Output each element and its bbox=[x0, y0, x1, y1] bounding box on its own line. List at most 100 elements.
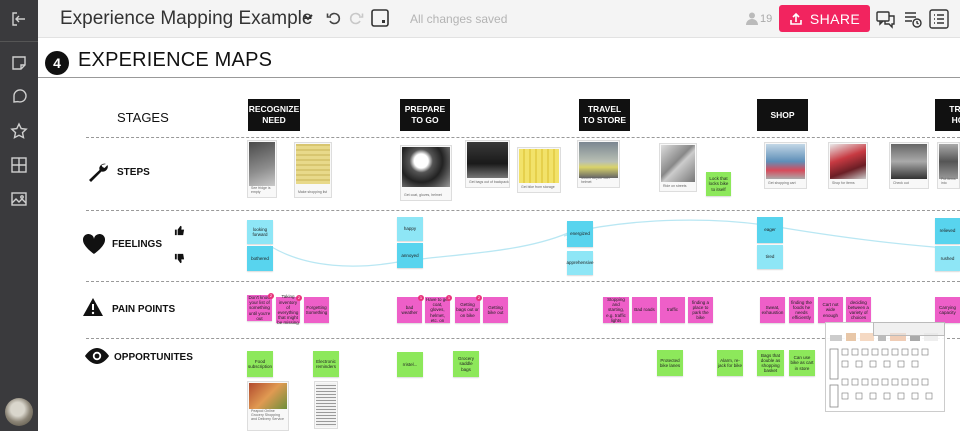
frame-icon[interactable] bbox=[370, 8, 390, 28]
row-label-steps[interactable]: STEPS bbox=[117, 167, 150, 178]
save-status: All changes saved bbox=[410, 12, 508, 26]
step-photo[interactable]: See fridge is empty bbox=[247, 140, 277, 198]
undo-icon[interactable] bbox=[326, 10, 342, 26]
thumbs-down-icon bbox=[174, 253, 185, 264]
stage-header[interactable]: TRA HO bbox=[935, 99, 960, 131]
step-photo[interactable]: Get coat, gloves, helmet bbox=[400, 145, 452, 201]
stage-header[interactable]: RECOGNIZE NEED bbox=[248, 99, 300, 131]
pain-point-sticky-note[interactable]: Carrying capacity bbox=[935, 297, 960, 323]
pain-point-sticky-note[interactable]: Bad roads bbox=[632, 297, 657, 323]
sticky-note-icon[interactable] bbox=[0, 46, 38, 80]
row-label-pain-points[interactable]: PAIN POINTS bbox=[112, 304, 175, 315]
pain-point-sticky-note[interactable]: traffic bbox=[660, 297, 685, 323]
photo-caption: Get coat, gloves, helmet bbox=[404, 193, 442, 198]
pain-point-sticky-note[interactable]: Getting bags out or on bike 2 bbox=[455, 294, 482, 323]
step-photo[interactable]: Check out bbox=[889, 142, 929, 189]
chat-icon[interactable] bbox=[875, 8, 897, 30]
feeling-sticky-note[interactable]: eager bbox=[757, 217, 783, 243]
reference-image-caption: Peapod Online Grocery Shopping and Deliv… bbox=[251, 409, 284, 422]
share-button[interactable]: SHARE bbox=[779, 5, 870, 32]
pain-point-sticky-note[interactable]: Forgetting Something bbox=[304, 297, 329, 323]
stage-header[interactable]: SHOP bbox=[757, 99, 808, 131]
opportunity-sticky-note[interactable]: rristel... bbox=[397, 352, 423, 377]
comment-shape-icon[interactable] bbox=[0, 80, 38, 114]
thumbs-up-icon bbox=[174, 225, 185, 236]
user-avatar[interactable] bbox=[5, 398, 33, 426]
sticky-text: Getting bags out or on bike bbox=[456, 302, 479, 318]
image-icon[interactable] bbox=[0, 182, 38, 216]
feeling-sticky-note[interactable]: rushed bbox=[935, 246, 960, 271]
step-photo[interactable]: Get bags out of backpack bbox=[465, 140, 510, 188]
sticky-text: Don't know your list of something until … bbox=[248, 295, 271, 321]
feeling-sticky-note[interactable]: looking forward bbox=[247, 220, 273, 244]
vote-badge: 2 bbox=[476, 294, 482, 301]
feelings-curve bbox=[269, 219, 960, 267]
stage-header[interactable]: TRAVEL TO STORE bbox=[579, 99, 630, 131]
step-photo[interactable]: Shop for items bbox=[828, 142, 868, 189]
pain-point-sticky-note[interactable]: Taking inventory of everything that migh… bbox=[276, 294, 302, 325]
feeling-sticky-note[interactable]: apprehensive bbox=[566, 251, 594, 275]
feeling-sticky-note[interactable]: tired bbox=[757, 245, 783, 269]
chevron-down-icon[interactable] bbox=[302, 11, 314, 23]
warning-icon bbox=[83, 298, 103, 316]
collaborators-icon[interactable] bbox=[745, 11, 759, 25]
step-photo[interactable]: Mount bicycle with helmet bbox=[577, 140, 620, 188]
board-canvas[interactable]: 4 EXPERIENCE MAPS STAGES STEPS FEELINGS … bbox=[38, 39, 960, 431]
share-button-label: SHARE bbox=[809, 10, 861, 27]
step-photo[interactable]: Make shopping list bbox=[294, 142, 332, 198]
vote-badge: 1 bbox=[446, 294, 452, 301]
feeling-sticky-note[interactable]: energized bbox=[567, 221, 593, 247]
pain-point-sticky-note[interactable]: finding a place to park the bike bbox=[688, 297, 713, 323]
stage-header[interactable]: PREPARE TO GO bbox=[400, 99, 450, 131]
row-label-feelings[interactable]: FEELINGS bbox=[112, 239, 162, 250]
step-photo[interactable]: Get bike from storage bbox=[517, 147, 561, 193]
feeling-sticky-note[interactable]: bothered bbox=[247, 246, 273, 271]
photo-caption: Make shopping list bbox=[298, 190, 327, 195]
pain-point-sticky-note[interactable]: Have to get coat, gloves, helmet, etc. o… bbox=[425, 294, 452, 323]
pain-point-sticky-note[interactable]: finding the foods he needs efficiently bbox=[789, 297, 814, 323]
minimap-thumbnail bbox=[829, 333, 938, 408]
step-photo[interactable]: Ride on streets bbox=[659, 143, 697, 192]
opportunity-sticky-note[interactable]: Can use bike as cart in store bbox=[789, 350, 815, 376]
pain-point-sticky-note[interactable]: Cart not wide enough bbox=[818, 297, 843, 323]
photo-caption: Put items into bbox=[941, 177, 956, 186]
pain-point-sticky-note[interactable]: Don't know your list of something until … bbox=[247, 293, 274, 321]
activity-icon[interactable] bbox=[902, 8, 924, 30]
sticky-text: bad weather bbox=[401, 304, 418, 315]
step-photo[interactable]: Get shopping cart bbox=[764, 142, 807, 189]
grid-icon[interactable] bbox=[0, 148, 38, 182]
opportunity-sticky-note[interactable]: Electronic reminders bbox=[313, 351, 339, 377]
opportunity-sticky-note[interactable]: Alarm, re-jack for bike bbox=[717, 350, 743, 376]
reference-image[interactable]: Peapod Online Grocery Shopping and Deliv… bbox=[247, 381, 289, 431]
pain-point-sticky-note[interactable]: bad weather 1 bbox=[397, 295, 424, 323]
collaborator-count: 19 bbox=[760, 13, 773, 25]
feeling-sticky-note[interactable]: annoyed bbox=[397, 243, 423, 268]
wrench-icon bbox=[89, 163, 108, 182]
section-title[interactable]: EXPERIENCE MAPS bbox=[78, 49, 272, 72]
heart-icon bbox=[82, 233, 106, 254]
redo-icon[interactable] bbox=[348, 10, 364, 26]
pain-point-sticky-note[interactable]: Sweat, exhaustion bbox=[760, 297, 785, 323]
top-bar: Experience Mapping Example All changes s… bbox=[38, 0, 960, 38]
step-photo[interactable]: Put items into bbox=[937, 142, 960, 189]
reference-image[interactable] bbox=[314, 381, 338, 429]
row-label-stages[interactable]: STAGES bbox=[117, 110, 169, 125]
steps-sticky-note[interactable]: Lock that locks bike to itself bbox=[706, 172, 731, 196]
pain-point-sticky-note[interactable]: deciding between a variety of choices bbox=[846, 297, 871, 323]
photo-caption: Get bike from storage bbox=[521, 185, 555, 190]
minimap-viewport[interactable] bbox=[873, 322, 945, 336]
row-label-opportunities[interactable]: OPPORTUNITES bbox=[114, 352, 193, 363]
star-icon[interactable] bbox=[0, 114, 38, 148]
opportunity-sticky-note[interactable]: Grocery saddle bags bbox=[453, 351, 479, 377]
feeling-sticky-note[interactable]: relieved bbox=[935, 218, 960, 244]
feeling-sticky-note[interactable]: happy bbox=[397, 217, 423, 241]
opportunity-sticky-note[interactable]: Protected bike lanes bbox=[657, 350, 683, 376]
opportunity-sticky-note[interactable]: Bags that double as shopping basket bbox=[757, 350, 784, 376]
vote-badge: 2 bbox=[296, 294, 302, 301]
pain-point-sticky-note[interactable]: Stopping and starting, e.g. traffic ligh… bbox=[603, 297, 629, 323]
list-icon[interactable] bbox=[928, 8, 950, 30]
exit-board-icon[interactable] bbox=[0, 2, 38, 36]
opportunity-sticky-note[interactable]: Food subscription bbox=[247, 351, 273, 377]
board-title[interactable]: Experience Mapping Example bbox=[60, 8, 312, 30]
pain-point-sticky-note[interactable]: Getting bike out bbox=[483, 297, 508, 323]
